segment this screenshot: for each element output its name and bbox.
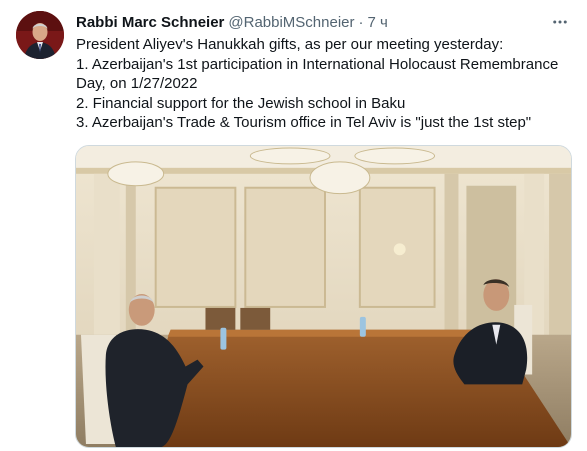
author-handle[interactable]: @RabbiMSchneier (228, 14, 354, 31)
meeting-room-image (76, 146, 571, 447)
tweet-text-line: 3. Azerbaijan's Trade & Tourism office i… (76, 114, 532, 131)
tweet-text-line: 1. Azerbaijan's 1st participation in Int… (76, 55, 559, 73)
tweet-timestamp[interactable]: 7 ч (368, 14, 388, 31)
tweet-card[interactable]: Rabbi Marc Schneier @RabbiMSchneier · 7 … (0, 0, 587, 451)
tweet-text-line: Day, on 1/27/2022 (76, 75, 198, 92)
tweet-text-line: President Aliyev's Hanukkah gifts, as pe… (76, 36, 504, 53)
author-name[interactable]: Rabbi Marc Schneier (76, 14, 224, 31)
tweet-text-line: 2. Financial support for the Jewish scho… (76, 94, 406, 112)
more-horizontal-icon[interactable] (549, 12, 571, 32)
avatar-photo (16, 11, 64, 59)
tweet-photo[interactable] (75, 145, 572, 448)
tweet-text: President Aliyev's Hanukkah gifts, as pe… (76, 35, 571, 133)
tweet-header: Rabbi Marc Schneier @RabbiMSchneier · 7 … (76, 12, 388, 32)
author-avatar[interactable] (16, 11, 64, 59)
separator-dot: · (358, 13, 364, 31)
